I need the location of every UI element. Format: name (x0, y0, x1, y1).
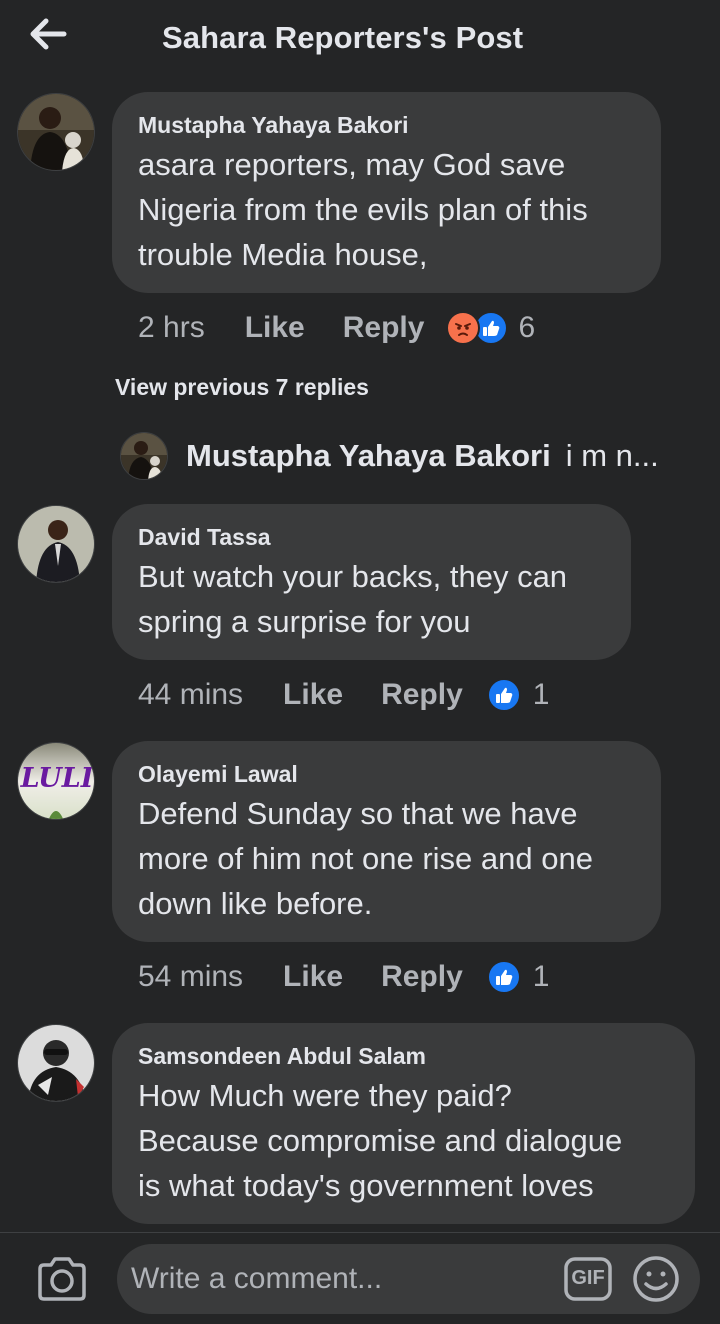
avatar[interactable]: LULI (17, 742, 95, 820)
comment-time: 2 hrs (138, 311, 205, 344)
reactions-summary[interactable] (486, 960, 521, 994)
reply-button[interactable]: Reply (343, 311, 425, 345)
comment-text-line: But watch your backs, they can (138, 559, 568, 594)
comment-text-line: more of him not one rise and one (138, 841, 593, 876)
reply-snippet: i m n... (565, 438, 659, 473)
comment-composer-bar: GIF (0, 1232, 720, 1324)
comment-input[interactable] (131, 1254, 551, 1304)
emoji-icon (633, 1256, 679, 1302)
avatar-text: LULI (20, 763, 94, 794)
comment-author[interactable]: Samsondeen Abdul Salam (138, 1039, 669, 1073)
reaction-count: 1 (532, 960, 550, 993)
reply-author: Mustapha Yahaya Bakori (186, 438, 551, 473)
comment-author[interactable]: David Tassa (138, 520, 605, 554)
avatar-photo (18, 506, 94, 582)
comment-text-line: asara reporters, may God save (138, 147, 566, 182)
arrow-left-icon (30, 18, 67, 50)
emoji-button[interactable] (631, 1254, 681, 1304)
back-button[interactable] (26, 14, 70, 54)
avatar-photo (18, 94, 94, 170)
comment-text-line: Defend Sunday so that we have (138, 796, 578, 831)
like-icon (486, 960, 521, 994)
reactions-summary[interactable] (446, 311, 509, 345)
avatar (120, 432, 168, 480)
top-bar: Sahara Reporters's Post (0, 0, 720, 80)
comment-text-line: Nigeria from the evils plan of this (138, 192, 588, 227)
reply-button[interactable]: Reply (381, 960, 463, 994)
view-previous-replies-link[interactable]: View previous 7 replies (115, 374, 369, 401)
gif-label: GIF (571, 1267, 605, 1289)
comment-actions: 54 mins Like Reply 1 (138, 955, 549, 999)
comment-time: 44 mins (138, 678, 244, 711)
camera-icon (38, 1257, 86, 1301)
like-button[interactable]: Like (283, 678, 343, 712)
reply-button[interactable]: Reply (381, 678, 463, 712)
comment-text-line: is what today's government loves (138, 1168, 594, 1203)
comment-bubble[interactable]: David Tassa But watch your backs, they c… (112, 504, 631, 660)
avatar-photo (18, 1025, 94, 1101)
comment-text-line: spring a surprise for you (138, 604, 471, 639)
reply-preview[interactable]: Mustapha Yahaya Bakori i m n... (120, 430, 659, 482)
reactions-summary[interactable] (486, 678, 521, 712)
like-button[interactable]: Like (245, 311, 305, 345)
comment-author[interactable]: Mustapha Yahaya Bakori (138, 108, 635, 142)
comment-text-line: Because compromise and dialogue (138, 1123, 623, 1158)
comment-bubble[interactable]: Samsondeen Abdul Salam How Much were the… (112, 1023, 695, 1224)
avatar[interactable] (17, 505, 95, 583)
comment-text-line: trouble Media house, (138, 237, 428, 272)
reaction-count: 1 (532, 678, 550, 711)
comment-actions: 44 mins Like Reply 1 (138, 673, 549, 717)
comment-author[interactable]: Olayemi Lawal (138, 757, 635, 791)
comment-input-container[interactable]: GIF (117, 1244, 700, 1314)
comment-bubble[interactable]: Mustapha Yahaya Bakori asara reporters, … (112, 92, 661, 293)
comment-text-line: down like before. (138, 886, 373, 921)
angry-icon (446, 311, 481, 345)
avatar[interactable] (17, 1024, 95, 1102)
comment-bubble[interactable]: Olayemi Lawal Defend Sunday so that we h… (112, 741, 661, 942)
gif-button[interactable]: GIF (563, 1254, 613, 1304)
avatar-photo (121, 433, 167, 479)
page-title: Sahara Reporters's Post (162, 20, 524, 55)
like-button[interactable]: Like (283, 960, 343, 994)
comment-time: 54 mins (138, 960, 244, 993)
comment-text-line: How Much were they paid? (138, 1078, 512, 1113)
camera-button[interactable] (36, 1255, 88, 1303)
reaction-count: 6 (518, 311, 536, 344)
comment-actions: 2 hrs Like Reply 6 (138, 306, 535, 350)
like-icon (486, 678, 521, 712)
avatar[interactable] (17, 93, 95, 171)
